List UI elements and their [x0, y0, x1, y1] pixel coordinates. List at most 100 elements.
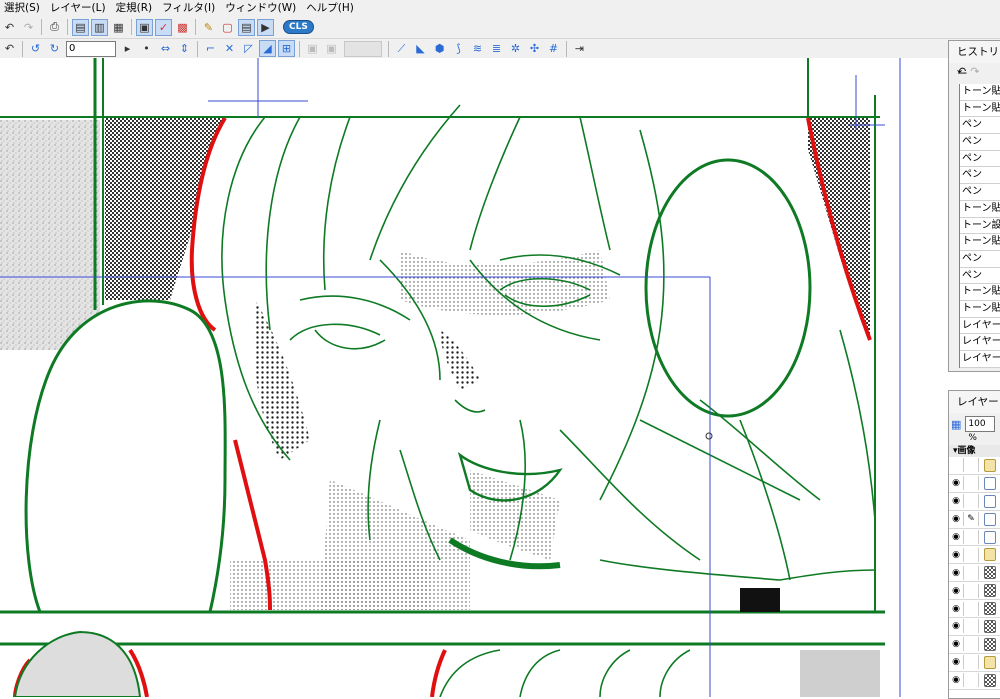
eye-icon[interactable]: ◉ [949, 619, 964, 633]
layer-row[interactable]: ◉ [949, 654, 1000, 672]
history-item[interactable]: レイヤーカ [960, 334, 1000, 351]
layer-row[interactable]: ◉ [949, 529, 1000, 547]
layer-row[interactable]: ◉ [949, 672, 1000, 690]
history-item[interactable]: トーン貼り [960, 301, 1000, 318]
layer-row[interactable]: ◉ [949, 600, 1000, 618]
eye-icon[interactable] [949, 458, 964, 472]
rotate-right-icon[interactable]: ↻ [46, 40, 63, 57]
curve-ruler-icon[interactable]: ⟆ [450, 40, 467, 57]
lock-slot-icon[interactable] [964, 655, 979, 669]
eye-icon[interactable]: ◉ [949, 476, 964, 490]
eye-icon[interactable]: ◉ [949, 494, 964, 508]
history-item[interactable]: トーン貼り [960, 101, 1000, 118]
transform-icon[interactable]: ✕ [221, 40, 238, 57]
menu-help[interactable]: ヘルプ(H) [302, 0, 360, 16]
history-item[interactable]: トーン貼り [960, 84, 1000, 101]
preview-icon[interactable]: ▶ [257, 19, 274, 36]
eye-icon[interactable]: ◉ [949, 530, 964, 544]
history-window-icon[interactable]: ▢ [219, 19, 236, 36]
history-redo-icon[interactable]: ↷ [970, 65, 979, 78]
lock-slot-icon[interactable] [964, 494, 979, 508]
ruler-icon[interactable]: ⌐ [202, 40, 219, 57]
history-item[interactable]: ペン [960, 251, 1000, 268]
drawing-canvas[interactable] [0, 58, 948, 697]
tool-options-icon[interactable]: ✓ [155, 19, 172, 36]
spread-view-icon[interactable]: ▥ [91, 19, 108, 36]
story-view-icon[interactable]: ▦ [110, 19, 127, 36]
shape-ruler-icon[interactable]: ⬢ [431, 40, 448, 57]
menu-filter[interactable]: フィルタ(I) [158, 0, 221, 16]
manga-artwork[interactable] [0, 58, 948, 697]
history-list[interactable]: トーン貼りトーン貼りペンペンペンペンペントーン貼りトーン設定トーン貼りペンペント… [959, 84, 1000, 368]
undo-icon[interactable]: ↶ [1, 19, 18, 36]
layer-property-icon[interactable]: ✎ [200, 19, 217, 36]
rotate-left-icon[interactable]: ↺ [27, 40, 44, 57]
eye-icon[interactable]: ◉ [949, 673, 964, 687]
layer-opacity-input[interactable]: 100 % [965, 416, 995, 432]
history-item[interactable]: ペン [960, 167, 1000, 184]
speedline-icon[interactable]: ≋ [469, 40, 486, 57]
redo-icon[interactable]: ↷ [20, 19, 37, 36]
panel-toggle-icon[interactable]: ⇥ [571, 40, 588, 57]
navigator-icon[interactable]: ▣ [136, 19, 153, 36]
perspective-icon[interactable]: ◸ [240, 40, 257, 57]
eye-icon[interactable]: ◉ [949, 512, 964, 526]
pen-edit-icon[interactable]: ✎ [964, 512, 979, 526]
play-icon[interactable]: ▸ [119, 40, 136, 57]
eye-icon[interactable]: ◉ [949, 655, 964, 669]
vanishing-point-icon[interactable]: ✣ [526, 40, 543, 57]
grid-ruler-icon[interactable]: # [545, 40, 562, 57]
layer-row[interactable]: ◉ [949, 582, 1000, 600]
history-undo-icon[interactable]: ↶ [957, 65, 966, 78]
history-item[interactable]: トーン貼り [960, 284, 1000, 301]
page-view-icon[interactable]: ▤ [72, 19, 89, 36]
triangle-ruler-icon[interactable]: ◣ [412, 40, 429, 57]
layer-row[interactable]: ◉✎ [949, 511, 1000, 529]
disabled-b-icon[interactable]: ▣ [323, 40, 340, 57]
history-item[interactable]: トーン設定 [960, 218, 1000, 235]
lock-slot-icon[interactable] [964, 619, 979, 633]
layer-list[interactable]: ▾画像 ◉◉◉✎◉◉◉◉◉◉◉◉◉ [949, 445, 1000, 698]
menu-select[interactable]: 選択(S) [0, 0, 46, 16]
layer-mode-icon[interactable]: ▦ [951, 418, 961, 431]
history-item[interactable]: ペン [960, 134, 1000, 151]
flip-v-icon[interactable]: ⇕ [176, 40, 193, 57]
history-item[interactable]: トーン貼り [960, 234, 1000, 251]
parallel-line-icon[interactable]: ≣ [488, 40, 505, 57]
lock-slot-icon[interactable] [964, 584, 979, 598]
undo-small-icon[interactable]: ↶ [1, 40, 18, 57]
menu-layer[interactable]: レイヤー(L) [46, 0, 112, 16]
history-item[interactable]: ペン [960, 117, 1000, 134]
history-item[interactable]: ペン [960, 184, 1000, 201]
lock-slot-icon[interactable] [964, 637, 979, 651]
layer-row[interactable]: ◉ [949, 546, 1000, 564]
lock-slot-icon[interactable] [964, 566, 979, 580]
layer-window-icon[interactable]: ▤ [238, 19, 255, 36]
layer-row[interactable]: ◉ [949, 618, 1000, 636]
eye-icon[interactable]: ◉ [949, 637, 964, 651]
lock-slot-icon[interactable] [964, 458, 979, 472]
lock-slot-icon[interactable] [964, 476, 979, 490]
history-item[interactable]: ペン [960, 268, 1000, 285]
snap-icon[interactable]: ◢ [259, 40, 276, 57]
layer-row[interactable]: ◉ [949, 564, 1000, 582]
focus-line-icon[interactable]: ✲ [507, 40, 524, 57]
menu-window[interactable]: ウィンドウ(W) [221, 0, 302, 16]
layer-row[interactable]: ◉ [949, 475, 1000, 493]
eye-icon[interactable]: ◉ [949, 566, 964, 580]
lock-slot-icon[interactable] [964, 530, 979, 544]
lock-slot-icon[interactable] [964, 602, 979, 616]
layer-group-header[interactable]: ▾画像 [949, 445, 1000, 457]
color-palette-icon[interactable]: ▩ [174, 19, 191, 36]
grid-icon[interactable]: ⊞ [278, 40, 295, 57]
history-item[interactable]: ペン [960, 151, 1000, 168]
menu-ruler[interactable]: 定規(R) [112, 0, 159, 16]
layer-row[interactable]: ◉ [949, 493, 1000, 511]
disabled-a-icon[interactable]: ▣ [304, 40, 321, 57]
layer-row[interactable]: ◉ [949, 636, 1000, 654]
layer-row[interactable] [949, 457, 1000, 475]
pen-ruler-icon[interactable]: ⟋ [393, 40, 410, 57]
rotation-input[interactable]: 0 [66, 41, 116, 57]
lock-slot-icon[interactable] [964, 548, 979, 562]
flip-h-icon[interactable]: ⇔ [157, 40, 174, 57]
